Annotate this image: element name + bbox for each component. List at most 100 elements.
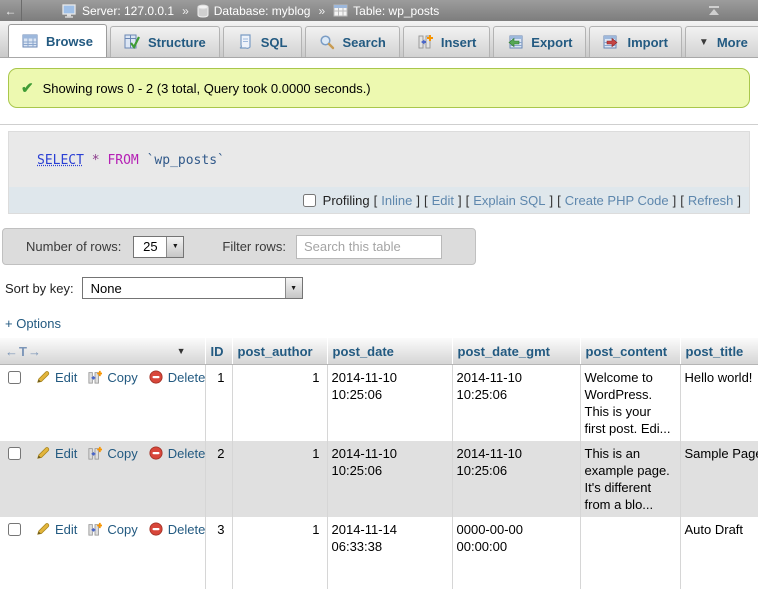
bracket: ] — [458, 193, 462, 208]
inline-link[interactable]: Inline — [381, 193, 412, 208]
sql-keyword-select[interactable]: SELECT — [37, 153, 84, 168]
sql-query-text: SELECT * FROM `wp_posts` — [9, 132, 749, 187]
structure-icon — [124, 34, 140, 50]
column-toggle-icon[interactable]: ←T→ — [5, 344, 42, 359]
filter-rows-input[interactable] — [296, 235, 442, 259]
profiling-label: Profiling — [323, 193, 370, 208]
cell-post-date: 2014-11-10 10:25:06 — [327, 441, 452, 517]
edit-row-link[interactable]: Edit — [55, 521, 77, 538]
cell-id: 2 — [205, 441, 232, 517]
breadcrumb-separator: » — [318, 4, 325, 18]
options-toggle[interactable]: + Options — [5, 316, 75, 331]
breadcrumb-server-label: Server: 127.0.0.1 — [82, 4, 174, 18]
insert-icon — [417, 34, 433, 50]
breadcrumb-bar: ← Server: 127.0.0.1 » Database: myblog »… — [0, 0, 758, 21]
sql-keyword-from: FROM — [107, 153, 138, 168]
chevron-down-icon: ▼ — [699, 37, 709, 48]
tab-sql-label: SQL — [261, 35, 288, 50]
tab-browse[interactable]: Browse — [8, 24, 107, 57]
edit-pencil-icon — [36, 370, 50, 384]
sort-dropdown-icon[interactable]: ▼ — [177, 346, 186, 356]
filter-rows-label: Filter rows: — [222, 239, 286, 254]
copy-row-link[interactable]: Copy — [107, 521, 137, 538]
header-post-author[interactable]: post_author — [232, 338, 327, 364]
cell-post-title: Hello world! — [680, 364, 758, 441]
delete-icon — [149, 370, 163, 384]
breadcrumb-table-label: Table: wp_posts — [353, 4, 439, 18]
import-icon — [603, 34, 619, 50]
breadcrumb-database[interactable]: Database: myblog — [197, 4, 311, 18]
sort-by-key-row: Sort by key: None ▼ — [5, 277, 758, 299]
tab-search-label: Search — [343, 35, 386, 50]
sql-table-ref: `wp_posts` — [147, 153, 225, 168]
tab-browse-label: Browse — [46, 34, 93, 49]
collapse-left-button[interactable]: ← — [0, 0, 22, 21]
left-arrow-icon: ← — [5, 4, 17, 18]
header-id[interactable]: ID — [205, 338, 232, 364]
tab-sql[interactable]: SQL — [223, 26, 302, 57]
tab-bar: Browse Structure SQL Search Insert Expor… — [0, 21, 758, 58]
table-header-row: ←T→ ▼ ID post_author post_date post_date… — [0, 338, 758, 364]
tab-more[interactable]: ▼ More — [685, 26, 758, 57]
create-php-code-link[interactable]: Create PHP Code — [565, 193, 669, 208]
results-table: ←T→ ▼ ID post_author post_date post_date… — [0, 338, 758, 589]
cell-id: 3 — [205, 517, 232, 589]
delete-row-link[interactable]: Delete — [168, 369, 205, 386]
tab-structure[interactable]: Structure — [110, 26, 220, 57]
success-message: ✔ Showing rows 0 - 2 (3 total, Query too… — [8, 68, 750, 108]
table-row: Edit Copy Delete 3 1 2014-11-14 06:33:38… — [0, 517, 758, 589]
section-divider — [0, 124, 758, 125]
sort-by-key-select[interactable]: None ▼ — [82, 277, 303, 299]
cell-post-title: Auto Draft — [680, 517, 758, 589]
tab-more-label: More — [717, 35, 748, 50]
breadcrumb-separator: » — [182, 4, 189, 18]
tab-insert[interactable]: Insert — [403, 26, 490, 57]
sql-star: * — [92, 153, 100, 168]
header-post-date-gmt[interactable]: post_date_gmt — [452, 338, 580, 364]
cell-post-date-gmt: 2014-11-10 10:25:06 — [452, 441, 580, 517]
query-toolbar: Profiling [ Inline ] [ Edit ] [ Explain … — [9, 187, 749, 213]
success-message-text: Showing rows 0 - 2 (3 total, Query took … — [43, 81, 371, 96]
row-checkbox[interactable] — [8, 371, 21, 384]
row-actions: Edit Copy Delete — [4, 521, 201, 538]
tab-export[interactable]: Export — [493, 26, 586, 57]
breadcrumb-database-label: Database: myblog — [214, 4, 311, 18]
edit-query-link[interactable]: Edit — [432, 193, 454, 208]
row-checkbox[interactable] — [8, 447, 21, 460]
edit-row-link[interactable]: Edit — [55, 445, 77, 462]
bracket: ] — [416, 193, 420, 208]
tab-insert-label: Insert — [441, 35, 476, 50]
copy-row-link[interactable]: Copy — [107, 369, 137, 386]
bracket: ] — [737, 193, 741, 208]
delete-row-link[interactable]: Delete — [168, 521, 205, 538]
number-of-rows-select[interactable]: 25 ▼ — [133, 236, 184, 258]
breadcrumb-server[interactable]: Server: 127.0.0.1 — [62, 4, 174, 18]
cell-post-title: Sample Page — [680, 441, 758, 517]
tab-search[interactable]: Search — [305, 26, 400, 57]
scroll-to-top-button[interactable] — [706, 5, 722, 17]
copy-row-link[interactable]: Copy — [107, 445, 137, 462]
delete-row-link[interactable]: Delete — [168, 445, 205, 462]
bracket: ] — [673, 193, 677, 208]
bracket: [ — [557, 193, 561, 208]
export-icon — [507, 34, 523, 50]
cell-post-date: 2014-11-14 06:33:38 — [327, 517, 452, 589]
row-checkbox[interactable] — [8, 523, 21, 536]
row-actions: Edit Copy Delete — [4, 445, 201, 462]
number-of-rows-label: Number of rows: — [26, 239, 121, 254]
explain-sql-link[interactable]: Explain SQL — [473, 193, 545, 208]
refresh-link[interactable]: Refresh — [688, 193, 734, 208]
table-row: Edit Copy Delete 1 1 2014-11-10 10:25:06… — [0, 364, 758, 441]
cell-post-author: 1 — [232, 364, 327, 441]
header-post-date[interactable]: post_date — [327, 338, 452, 364]
copy-icon — [88, 522, 102, 536]
sort-by-key-value: None — [83, 278, 285, 298]
copy-icon — [88, 370, 102, 384]
header-post-title[interactable]: post_title — [680, 338, 758, 364]
edit-row-link[interactable]: Edit — [55, 369, 77, 386]
tab-import[interactable]: Import — [589, 26, 681, 57]
header-post-content[interactable]: post_content — [580, 338, 680, 364]
collapse-top-icon — [706, 5, 722, 17]
profiling-checkbox[interactable] — [303, 194, 316, 207]
breadcrumb-table[interactable]: Table: wp_posts — [333, 4, 439, 18]
